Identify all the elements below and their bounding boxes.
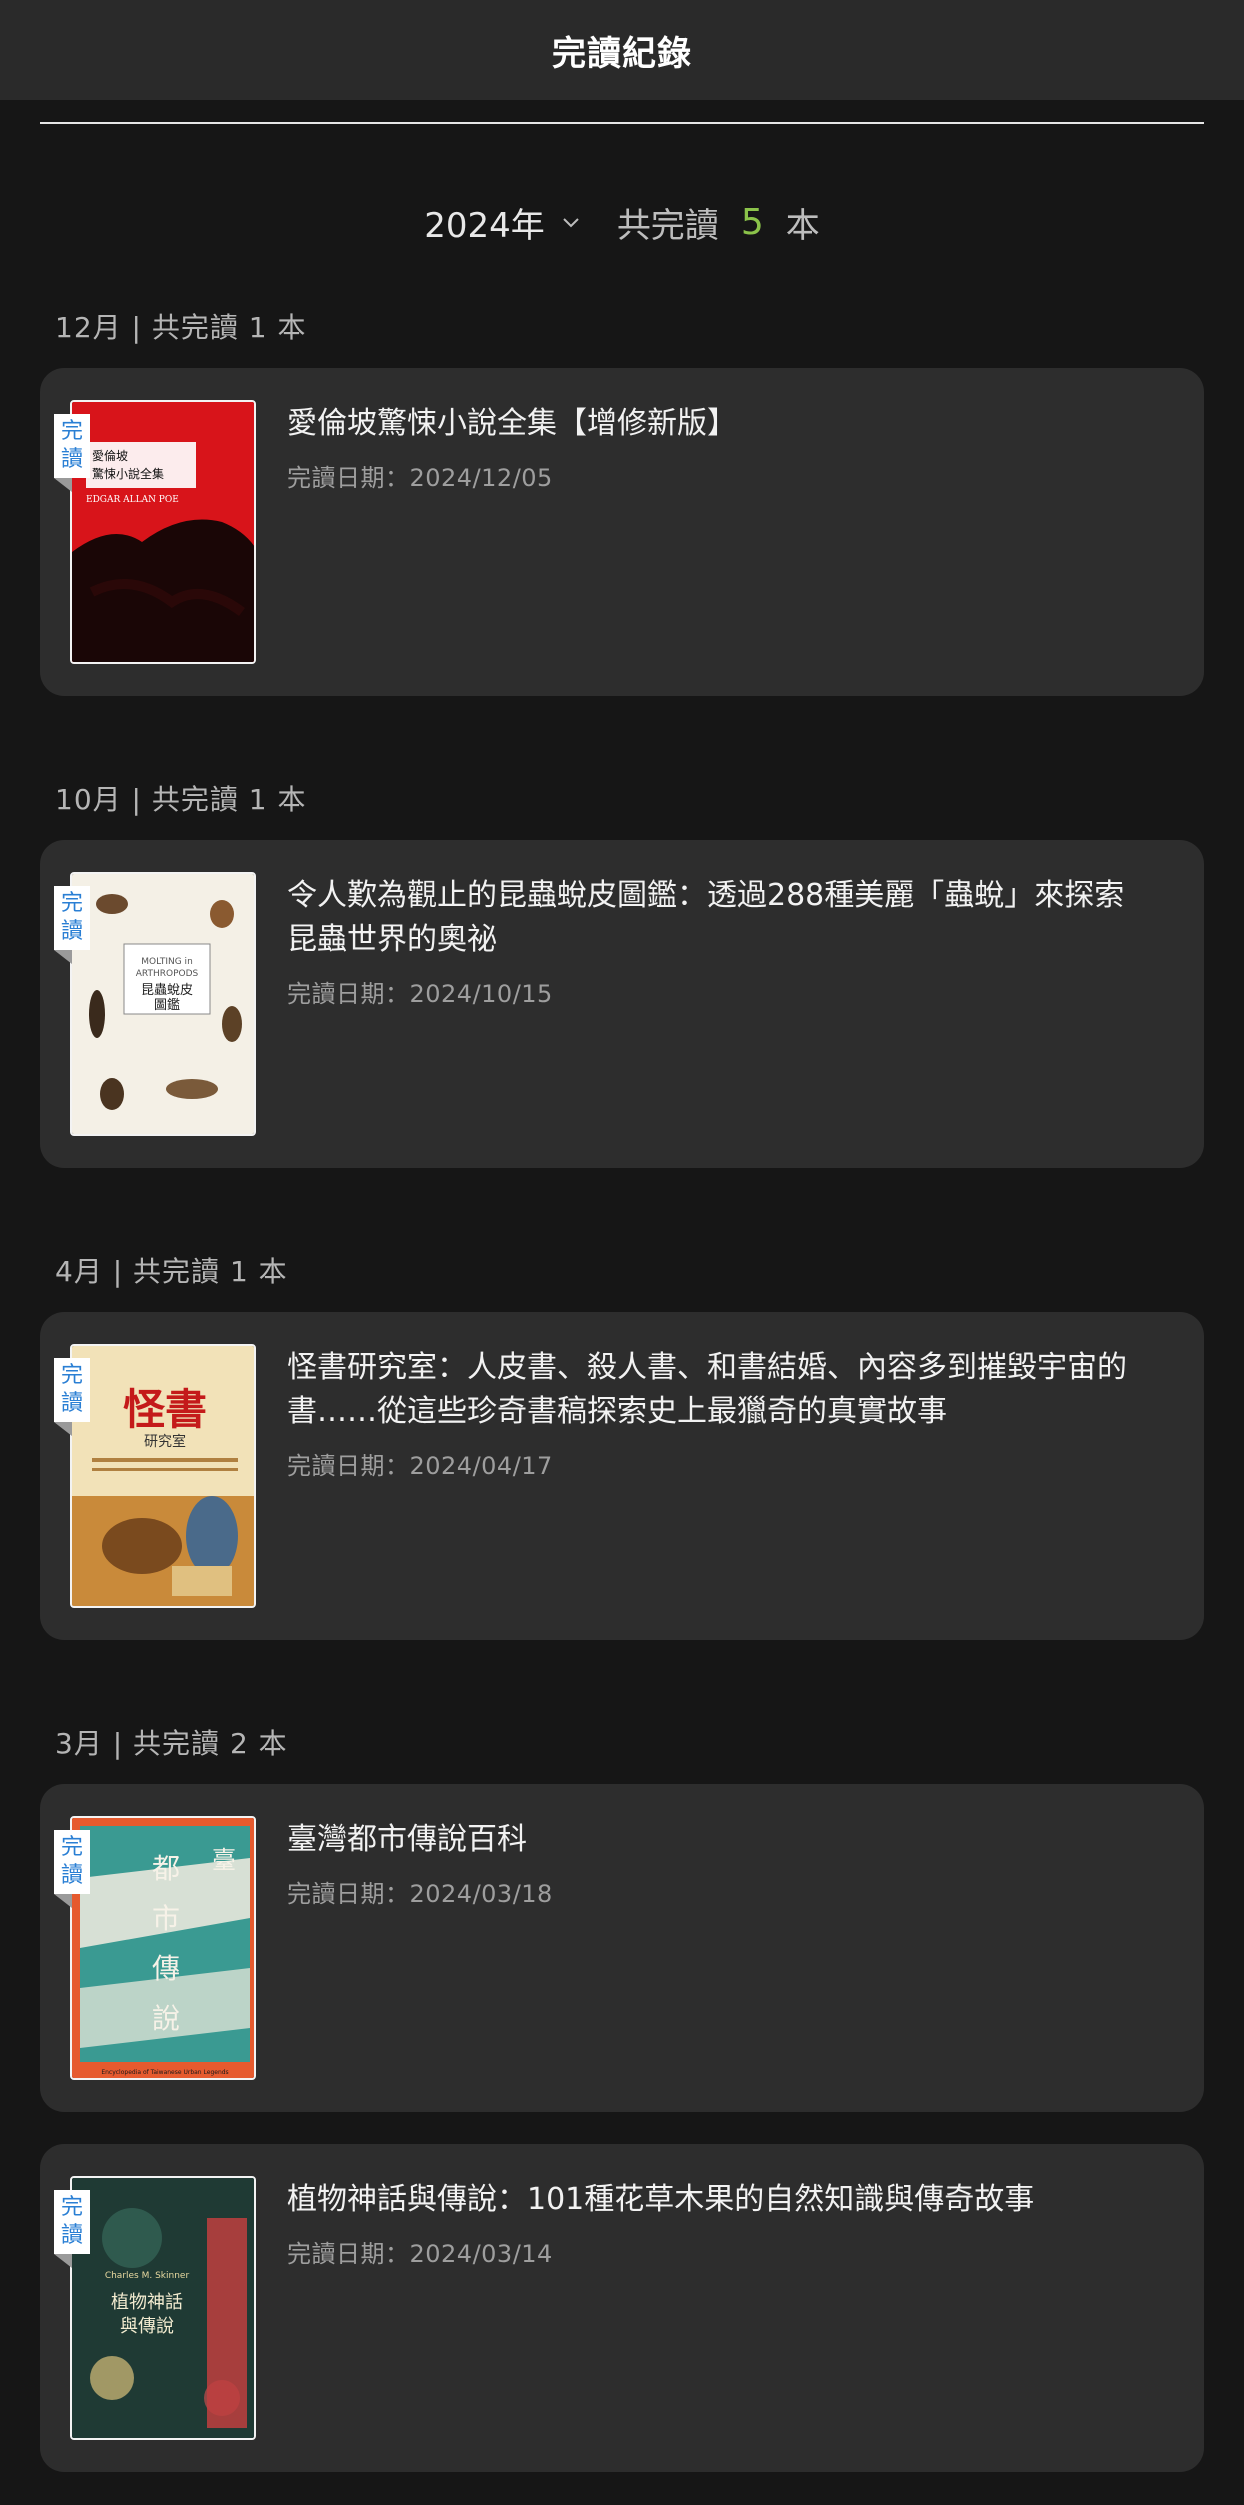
- svg-text:市: 市: [152, 1902, 180, 1935]
- month-header-march: 3月 | 共完讀 2 本: [55, 1727, 288, 1760]
- year-label: 2024年: [424, 205, 545, 246]
- finished-badge: 完讀: [54, 2190, 90, 2254]
- finished-badge: 完讀: [54, 1358, 90, 1422]
- book-title: 令人歎為觀止的昆蟲蛻皮圖鑑：透過288種美麗「蟲蛻」來探索昆蟲世界的奧祕: [287, 878, 1125, 957]
- book-title: 臺灣都市傳說百科: [287, 1822, 527, 1857]
- book-card[interactable]: 愛倫坡 驚悚小說全集 EDGAR ALLAN POE 完讀 愛倫坡驚悚小說全集【…: [40, 368, 1204, 696]
- book-cover: 愛倫坡 驚悚小說全集 EDGAR ALLAN POE: [70, 400, 256, 664]
- badge-fold: [54, 2254, 72, 2268]
- book-cover: 都 臺 市 傳 說 Encyclopedia of Taiwanese Urba…: [70, 1816, 256, 2080]
- total-label: 共完讀: [616, 205, 719, 246]
- month-header-april: 4月 | 共完讀 1 本: [55, 1255, 288, 1288]
- svg-text:與傳說: 與傳說: [120, 2316, 174, 2337]
- svg-text:臺: 臺: [212, 1846, 236, 1874]
- book-title: 愛倫坡驚悚小說全集【增修新版】: [287, 406, 737, 441]
- total-count: 5: [740, 201, 764, 243]
- finished-badge: 完讀: [54, 1830, 90, 1894]
- svg-text:ARTHROPODS: ARTHROPODS: [136, 969, 199, 979]
- book-title: 怪書研究室：人皮書、殺人書、和書結婚、內容多到摧毀宇宙的書……從這些珍奇書稿探索…: [287, 1350, 1127, 1429]
- svg-text:說: 說: [152, 2002, 180, 2035]
- finish-date: 完讀日期：2024/03/18: [287, 1880, 553, 1908]
- svg-text:愛倫坡: 愛倫坡: [92, 449, 128, 463]
- finished-badge: 完讀: [54, 886, 90, 950]
- finish-date: 完讀日期：2024/04/17: [287, 1452, 553, 1480]
- svg-text:圖鑑: 圖鑑: [154, 997, 180, 1013]
- badge-fold: [54, 1422, 72, 1436]
- svg-text:昆蟲蛻皮: 昆蟲蛻皮: [141, 983, 193, 998]
- page-title: 完讀紀錄: [552, 33, 692, 74]
- book-title: 植物神話與傳說：101種花草木果的自然知識與傳奇故事: [287, 2182, 1035, 2217]
- svg-text:傳: 傳: [152, 1952, 180, 1985]
- book-cover: 怪書 研究室: [70, 1344, 256, 1608]
- year-selector[interactable]: 2024年: [424, 198, 617, 247]
- top-bar: 完讀紀錄: [0, 0, 1244, 100]
- month-header-october: 10月 | 共完讀 1 本: [55, 783, 307, 816]
- badge-fold: [54, 1894, 72, 1908]
- svg-text:Charles M. Skinner: Charles M. Skinner: [105, 2271, 190, 2281]
- finished-badge: 完讀: [54, 414, 90, 478]
- svg-text:Encyclopedia of Taiwanese Urba: Encyclopedia of Taiwanese Urban Legends: [101, 2069, 228, 2076]
- svg-text:MOLTING in: MOLTING in: [141, 957, 193, 967]
- svg-text:怪書: 怪書: [123, 1385, 207, 1434]
- book-card[interactable]: Charles M. Skinner 植物神話 與傳說 完讀 植物神話與傳說：1…: [40, 2144, 1204, 2472]
- finish-date: 完讀日期：2024/10/15: [287, 980, 553, 1008]
- finish-date: 完讀日期：2024/03/14: [287, 2240, 553, 2268]
- badge-fold: [54, 950, 72, 964]
- book-card[interactable]: MOLTING in ARTHROPODS 昆蟲蛻皮 圖鑑 完讀 令人歎為觀止的…: [40, 840, 1204, 1168]
- svg-text:都: 都: [152, 1852, 180, 1885]
- badge-fold: [54, 478, 72, 492]
- svg-text:植物神話: 植物神話: [111, 2292, 183, 2313]
- chevron-down-icon: [563, 218, 579, 228]
- year-summary: 2024年 共完讀 5 本: [0, 190, 1244, 254]
- finish-date: 完讀日期：2024/12/05: [287, 464, 553, 492]
- svg-text:驚悚小說全集: 驚悚小說全集: [92, 466, 164, 481]
- book-cover: Charles M. Skinner 植物神話 與傳說: [70, 2176, 256, 2440]
- book-card[interactable]: 怪書 研究室 完讀 怪書研究室：人皮書、殺人書、和書結婚、內容多到摧毀宇宙的書……: [40, 1312, 1204, 1640]
- book-card[interactable]: 都 臺 市 傳 說 Encyclopedia of Taiwanese Urba…: [40, 1784, 1204, 2112]
- book-cover: MOLTING in ARTHROPODS 昆蟲蛻皮 圖鑑: [70, 872, 256, 1136]
- month-header-december: 12月 | 共完讀 1 本: [55, 311, 307, 344]
- header-divider: [40, 122, 1204, 124]
- svg-text:研究室: 研究室: [144, 1433, 186, 1450]
- total-unit: 本: [785, 205, 820, 246]
- svg-text:EDGAR ALLAN POE: EDGAR ALLAN POE: [86, 495, 179, 505]
